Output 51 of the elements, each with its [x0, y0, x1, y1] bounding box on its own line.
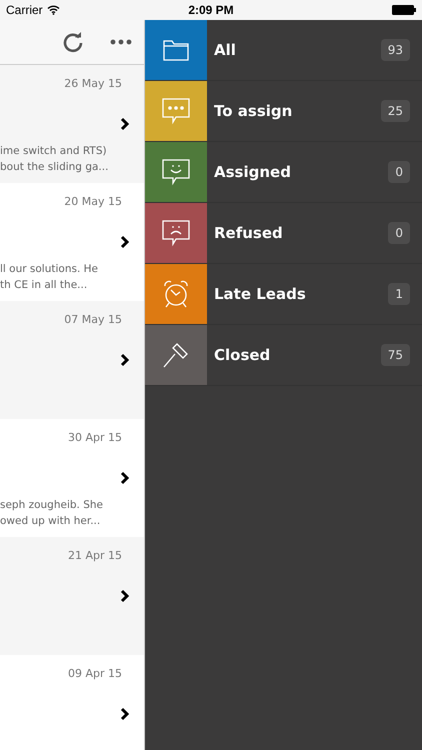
lead-snippet: ime switch and RTS) [0, 144, 108, 159]
more-icon[interactable] [110, 39, 132, 45]
lead-snippet: owed up with her... [0, 514, 102, 529]
lead-date: 07 May 15 [64, 313, 122, 326]
menu-item[interactable]: To assign 25 [145, 81, 422, 142]
lead-snippet: th CE in all the... [0, 278, 88, 293]
count-badge: 0 [388, 161, 410, 183]
menu-label: Late Leads [214, 285, 306, 303]
count-badge: 1 [388, 283, 410, 305]
count-badge: 93 [380, 39, 410, 61]
lead-snippet: ll our solutions. He [0, 262, 98, 277]
refresh-icon[interactable] [62, 31, 84, 53]
lead-date: 21 Apr 15 [68, 549, 122, 562]
lead-row[interactable]: 20 May 15 ll our solutions. He th CE in all the... [0, 183, 144, 301]
chevron-icon [120, 707, 130, 721]
lead-snippet: bout the sliding ga... [0, 160, 108, 175]
clock-time: 2:09 PM [187, 3, 235, 17]
chevron-icon [120, 471, 130, 485]
menu-label: To assign [214, 102, 292, 120]
wifi-icon [46, 5, 60, 15]
gavel-icon [163, 342, 189, 368]
lead-date: 09 Apr 15 [68, 667, 122, 680]
count-badge: 25 [380, 100, 410, 122]
menu-item[interactable]: Late Leads 1 [145, 264, 422, 325]
chevron-icon [120, 589, 130, 603]
chevron-icon [120, 235, 130, 249]
count-badge: 0 [388, 222, 410, 244]
menu-item[interactable]: All 93 [145, 20, 422, 81]
menu-item[interactable]: Refused 0 [145, 203, 422, 264]
speech-bubble-icon [162, 97, 190, 125]
count-badge: 75 [380, 344, 410, 366]
lead-row[interactable]: 30 Apr 15 seph zougheib. She owed up with her... [0, 419, 144, 537]
smiling-bubble-icon [162, 158, 190, 186]
lead-row[interactable]: 09 Apr 15 [0, 655, 144, 750]
folder-icon [163, 39, 189, 61]
menu-label: Closed [214, 346, 270, 364]
carrier-label: Carrier [6, 3, 43, 17]
menu-item[interactable]: Closed 75 [145, 325, 422, 386]
lead-date: 30 Apr 15 [68, 431, 122, 444]
menu-item[interactable]: Assigned 0 [145, 142, 422, 203]
battery-icon [392, 5, 416, 15]
sad-bubble-icon [162, 219, 190, 247]
lead-snippet: seph zougheib. She [0, 498, 103, 513]
menu-label: All [214, 41, 236, 59]
menu-label: Refused [214, 224, 283, 242]
lead-date: 26 May 15 [64, 77, 122, 90]
chevron-icon [120, 353, 130, 367]
chevron-icon [120, 117, 130, 131]
menu-label: Assigned [214, 163, 291, 181]
lead-date: 20 May 15 [64, 195, 122, 208]
alarm-clock-icon [163, 280, 189, 308]
